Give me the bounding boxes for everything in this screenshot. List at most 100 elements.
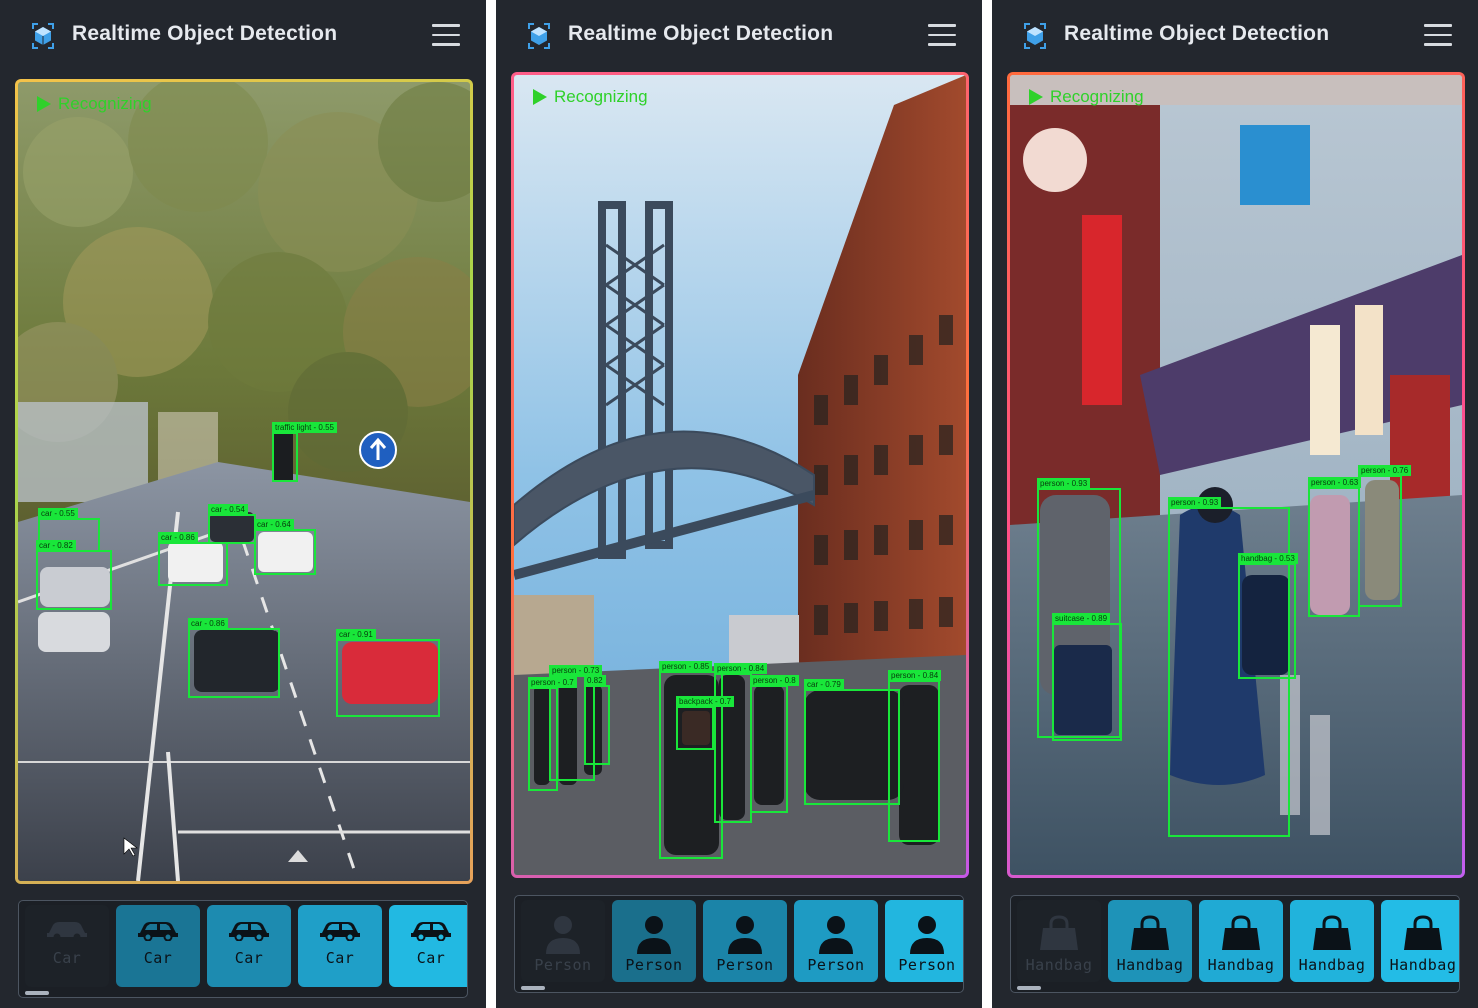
detection-label: traffic light - 0.55 bbox=[272, 422, 337, 433]
detection-box: person - 0.8 bbox=[750, 675, 799, 813]
class-chip-handbag[interactable]: Handbag bbox=[1381, 900, 1459, 982]
detection-box: car - 0.86 bbox=[188, 618, 280, 698]
hamburger-menu-icon[interactable] bbox=[432, 24, 460, 46]
detection-label: car - 0.54 bbox=[208, 504, 248, 515]
car-icon bbox=[229, 922, 269, 941]
chip-label: Car bbox=[234, 949, 264, 967]
detection-box: backpack - 0.7 bbox=[676, 696, 735, 750]
chip-label: Handbag bbox=[1298, 956, 1366, 974]
class-filter-strip[interactable]: Person Person Person Person Person bbox=[514, 895, 964, 993]
class-chip-car[interactable]: Car bbox=[298, 905, 382, 987]
horizontal-scrollbar[interactable] bbox=[1017, 986, 1041, 990]
detection-box: person - 0.63 bbox=[1308, 477, 1362, 617]
class-chip-person[interactable]: Person bbox=[521, 900, 605, 982]
phone-screen-street: Realtime Object Detection Recognizing tr… bbox=[0, 0, 486, 1008]
chip-label: Car bbox=[52, 949, 82, 967]
hamburger-menu-icon[interactable] bbox=[928, 24, 956, 46]
detection-label: car - 0.86 bbox=[158, 532, 198, 543]
camera-view: Recognizing person - 0.93 person - 0.93 … bbox=[1007, 72, 1465, 878]
app-bar: Realtime Object Detection bbox=[496, 0, 982, 72]
detection-box: person - 0.7 bbox=[528, 677, 577, 791]
car-icon bbox=[47, 922, 87, 941]
cube-logo-icon bbox=[32, 23, 54, 49]
detection-label: person - 0.63 bbox=[1308, 477, 1362, 488]
detection-label: person - 0.76 bbox=[1358, 465, 1412, 476]
horizontal-scrollbar[interactable] bbox=[521, 986, 545, 990]
person-icon bbox=[546, 916, 580, 954]
detection-label: car - 0.86 bbox=[188, 618, 228, 629]
app-title: Realtime Object Detection bbox=[72, 22, 338, 45]
hamburger-menu-icon[interactable] bbox=[1424, 24, 1452, 46]
play-icon bbox=[1029, 89, 1043, 105]
class-filter-strip[interactable]: Handbag Handbag Handbag Handbag Handbag bbox=[1010, 895, 1460, 993]
detection-box: suitcase - 0.89 bbox=[1052, 613, 1122, 741]
detection-box: car - 0.91 bbox=[336, 629, 440, 717]
chip-label: Handbag bbox=[1207, 956, 1275, 974]
class-chip-handbag[interactable]: Handbag bbox=[1017, 900, 1101, 982]
car-icon bbox=[138, 922, 178, 941]
class-chip-handbag[interactable]: Handbag bbox=[1108, 900, 1192, 982]
cube-logo-icon bbox=[1024, 23, 1046, 49]
class-chip-car[interactable]: Car bbox=[25, 905, 109, 987]
phone-screen-tokyo: Realtime Object Detection Recognizing pe… bbox=[992, 0, 1478, 1008]
car-icon bbox=[320, 922, 360, 941]
app-bar: Realtime Object Detection bbox=[0, 0, 486, 72]
chip-label: Person bbox=[898, 956, 956, 974]
cube-logo-icon bbox=[528, 23, 550, 49]
detection-label: person - 0.7 bbox=[528, 677, 577, 688]
chip-label: Handbag bbox=[1389, 956, 1457, 974]
person-icon bbox=[910, 916, 944, 954]
handbag-icon bbox=[1040, 915, 1078, 950]
class-chip-car[interactable]: Car bbox=[207, 905, 291, 987]
detection-label: car - 0.64 bbox=[254, 519, 294, 530]
class-chip-person[interactable]: Person bbox=[703, 900, 787, 982]
detection-label: car - 0.82 bbox=[36, 540, 76, 551]
camera-view: Recognizing traffic light - 0.55 car - 0… bbox=[15, 79, 473, 884]
class-chip-car[interactable]: Car bbox=[116, 905, 200, 987]
detection-box: person - 0.84 bbox=[888, 670, 942, 842]
detection-label: suitcase - 0.89 bbox=[1052, 613, 1111, 624]
chip-label: Person bbox=[625, 956, 683, 974]
chip-label: Handbag bbox=[1025, 956, 1093, 974]
chip-label: Car bbox=[325, 949, 355, 967]
detection-label: car - 0.79 bbox=[804, 679, 844, 690]
car-icon bbox=[411, 922, 451, 941]
class-chip-handbag[interactable]: Handbag bbox=[1199, 900, 1283, 982]
street-scene-image bbox=[18, 82, 470, 881]
chip-label: Handbag bbox=[1116, 956, 1184, 974]
detection-label: person - 0.84 bbox=[888, 670, 942, 681]
handbag-icon bbox=[1313, 915, 1351, 950]
person-icon bbox=[728, 916, 762, 954]
play-icon bbox=[37, 96, 51, 112]
class-chip-person[interactable]: Person bbox=[794, 900, 878, 982]
class-chip-person[interactable]: Person bbox=[885, 900, 963, 982]
class-chip-car[interactable]: Car bbox=[389, 905, 467, 987]
handbag-icon bbox=[1222, 915, 1260, 950]
detection-label: person - 0.93 bbox=[1168, 497, 1222, 508]
class-chip-person[interactable]: Person bbox=[612, 900, 696, 982]
handbag-icon bbox=[1131, 915, 1169, 950]
chip-label: Car bbox=[416, 949, 446, 967]
class-chip-handbag[interactable]: Handbag bbox=[1290, 900, 1374, 982]
chip-label: Person bbox=[716, 956, 774, 974]
horizontal-scrollbar[interactable] bbox=[25, 991, 49, 995]
chip-label: Person bbox=[807, 956, 865, 974]
detection-box: handbag - 0.53 bbox=[1238, 553, 1298, 679]
phone-screen-bridge: Realtime Object Detection Recognizing pe… bbox=[496, 0, 982, 1008]
status-text: Recognizing bbox=[1050, 87, 1144, 106]
status-text: Recognizing bbox=[554, 87, 648, 106]
detection-box: person - 0.76 bbox=[1358, 465, 1412, 607]
status-text: Recognizing bbox=[58, 94, 152, 113]
person-icon bbox=[819, 916, 853, 954]
chip-label: Person bbox=[534, 956, 592, 974]
detection-box: 0.82 bbox=[584, 675, 610, 765]
detection-label: person - 0.84 bbox=[714, 663, 768, 674]
detection-label: backpack - 0.7 bbox=[676, 696, 735, 707]
detection-box: car - 0.64 bbox=[254, 519, 316, 575]
class-filter-strip[interactable]: Car Car Car Car Car bbox=[18, 900, 468, 998]
detection-label: handbag - 0.53 bbox=[1238, 553, 1298, 564]
detection-label: car - 0.91 bbox=[336, 629, 376, 640]
play-icon bbox=[533, 89, 547, 105]
detection-label: 0.82 bbox=[584, 675, 606, 686]
detection-box: car - 0.82 bbox=[36, 540, 112, 610]
